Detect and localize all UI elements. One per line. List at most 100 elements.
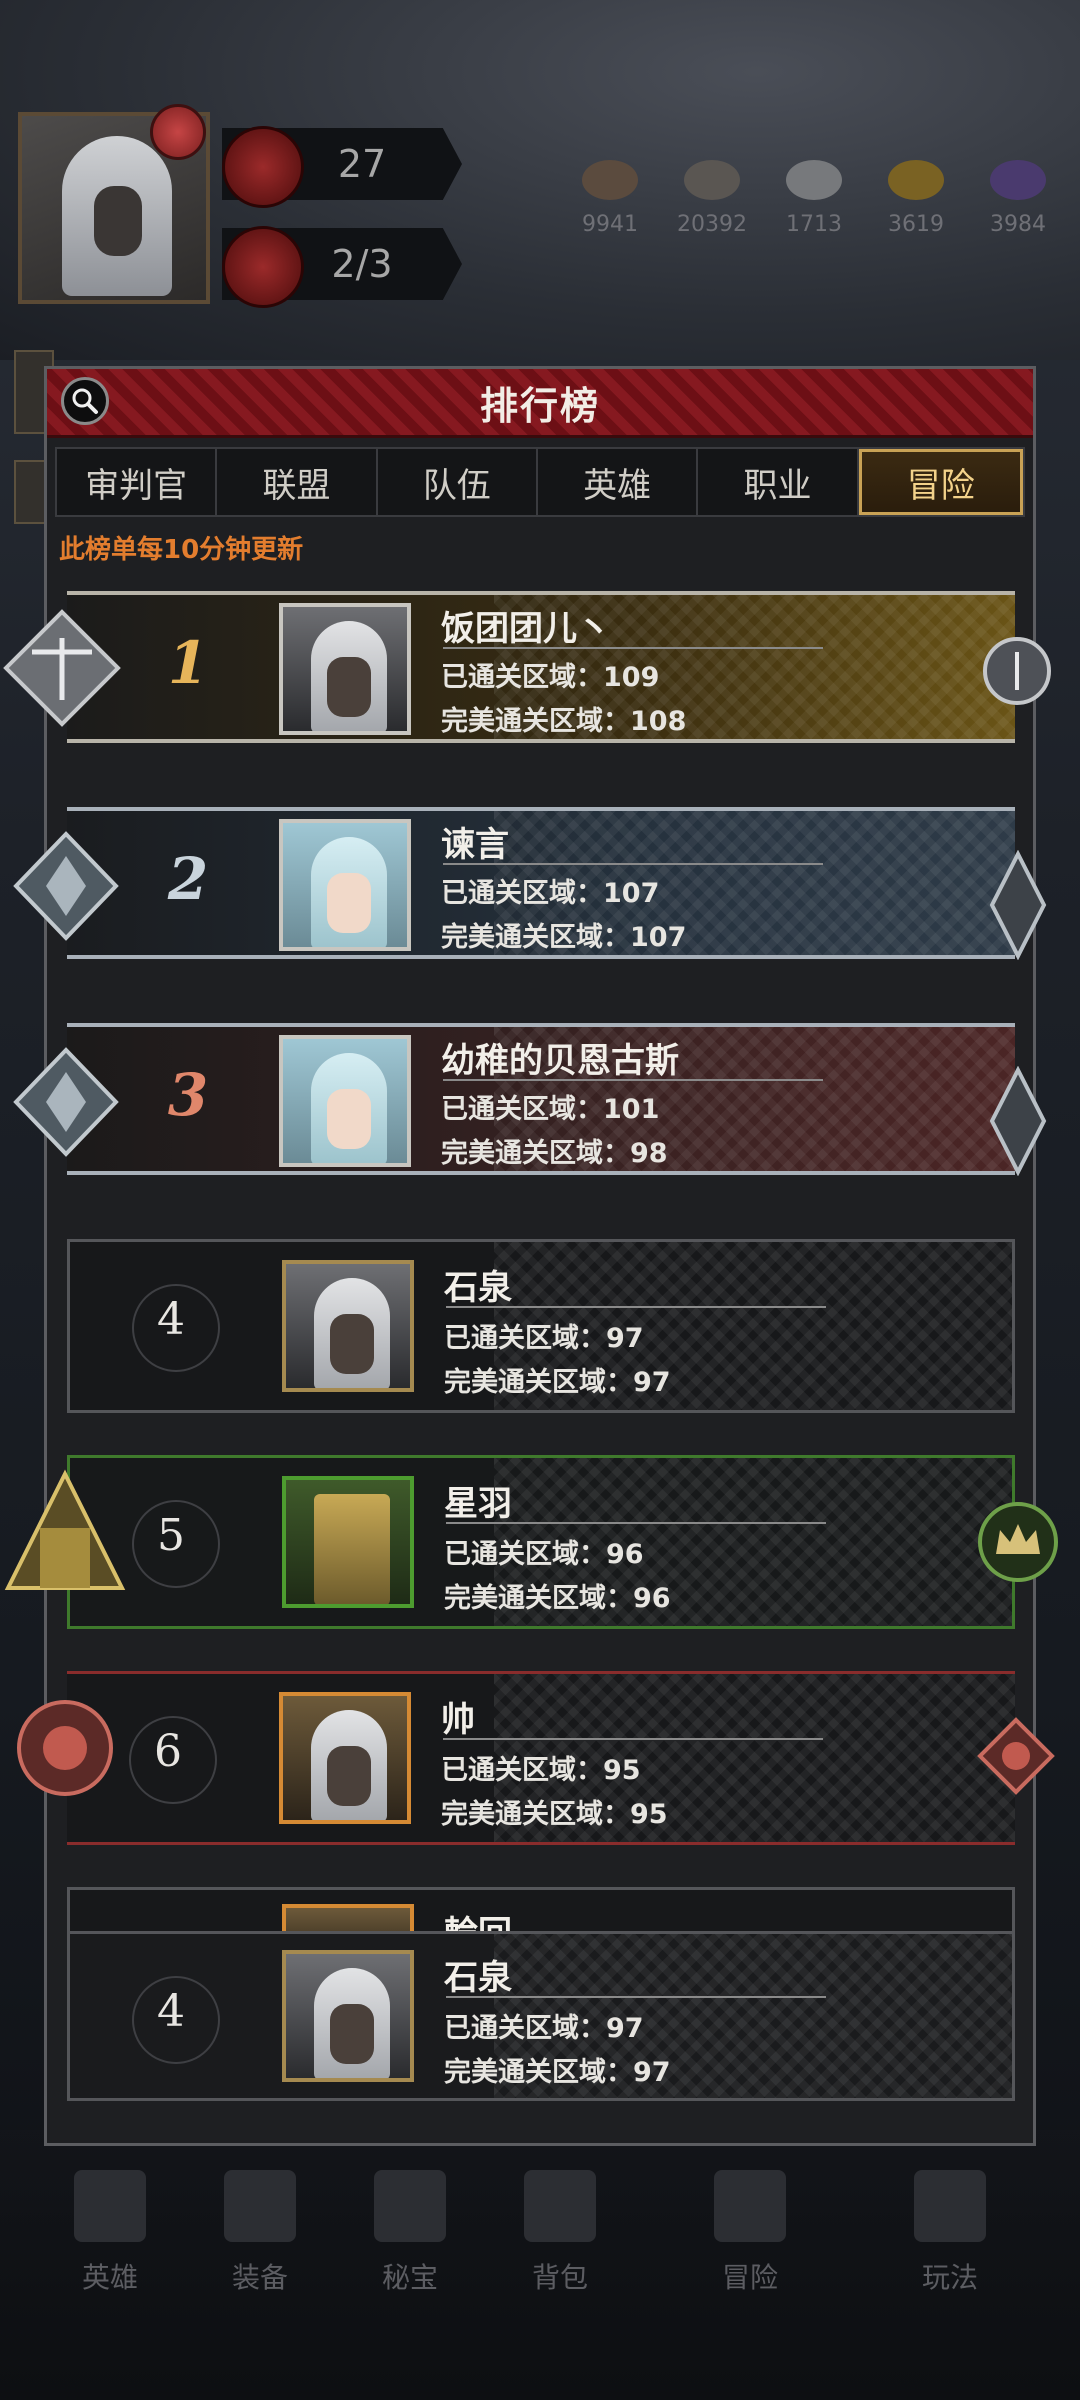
rank-number: 5: [157, 1510, 185, 1561]
player-name: 谏言: [441, 825, 509, 865]
rose-emblem-icon: [17, 1700, 113, 1796]
panel-header: 排行榜: [47, 369, 1033, 438]
tab-alliance[interactable]: 联盟: [217, 449, 378, 515]
avatar-face: [327, 873, 371, 933]
search-icon: [72, 388, 98, 414]
cleared-zones: 已通关区域：109: [441, 662, 660, 693]
panel-title: 排行榜: [479, 382, 600, 428]
sword-badge-icon: [989, 1066, 1047, 1176]
resource-iron: 1713: [774, 160, 854, 237]
name-divider: [443, 1738, 823, 1740]
iron-icon: [786, 160, 842, 200]
ranking-row-4[interactable]: 4 石泉 已通关区域：97 完美通关区域：97: [67, 1239, 1015, 1413]
player-name: 饭团团儿丶: [441, 609, 611, 649]
ranking-row-1[interactable]: 1 饭团团儿丶 已通关区域：109 完美通关区域：108: [67, 591, 1015, 743]
gold-ore-icon: [888, 160, 944, 200]
wings-emblem-icon: [13, 1047, 119, 1157]
resource-gold-ore: 3619: [876, 160, 956, 237]
ore-icon: [684, 160, 740, 200]
cleared-zones: 已通关区域：101: [441, 1094, 660, 1125]
my-ranking-row[interactable]: 4 石泉 已通关区域：97 完美通关区域：97: [67, 1931, 1015, 2101]
throne-emblem-icon: [4, 1469, 126, 1590]
throne-figure: [314, 1494, 390, 1604]
resource-ore: 20392: [672, 160, 752, 237]
rank-number: 1: [167, 629, 209, 697]
scales-badge-icon: [983, 637, 1051, 705]
my-avatar: [282, 1950, 414, 2082]
category-tabs: 审判官 联盟 队伍 英雄 职业 冒险: [55, 447, 1025, 517]
resource-leather: 9941: [570, 160, 650, 237]
tab-hero[interactable]: 英雄: [538, 449, 699, 515]
nav-gameplay[interactable]: 玩法: [890, 2170, 1010, 2296]
adventure-icon: [714, 2170, 786, 2242]
bag-icon: [524, 2170, 596, 2242]
tab-class[interactable]: 职业: [698, 449, 859, 515]
leather-icon: [582, 160, 638, 200]
tab-judge[interactable]: 审判官: [57, 449, 218, 515]
cleared-zones: 已通关区域：96: [444, 1539, 644, 1570]
energy-value: 2/3: [331, 242, 393, 286]
name-divider: [446, 1996, 826, 1998]
ranking-row-5[interactable]: 5 星羽 已通关区域：96 完美通关区域：96: [67, 1455, 1015, 1629]
hero-icon: [74, 2170, 146, 2242]
rank-number: 2: [167, 845, 209, 913]
level-value: 27: [337, 142, 387, 186]
ranking-row-2[interactable]: 2 谏言 已通关区域：107 完美通关区域：107: [67, 807, 1015, 959]
player-avatar-1: [279, 603, 411, 735]
name-divider: [443, 1079, 823, 1081]
nav-bag[interactable]: 背包: [500, 2170, 620, 2296]
wings-emblem-icon: [13, 831, 119, 941]
rose-badge-icon: [977, 1717, 1055, 1795]
player-name: 幼稚的贝恩古斯: [441, 1041, 679, 1081]
nav-adventure[interactable]: 冒险: [690, 2170, 810, 2296]
nav-hero[interactable]: 英雄: [50, 2170, 170, 2296]
resource-bar: 9941 20392 1713 3619 3984: [570, 160, 1058, 237]
nav-equipment[interactable]: 装备: [200, 2170, 320, 2296]
name-divider: [443, 647, 823, 649]
ranking-row-3[interactable]: 3 幼稚的贝恩古斯 已通关区域：101 完美通关区域：98: [67, 1023, 1015, 1175]
player-name: 星羽: [444, 1484, 512, 1524]
avatar-face: [330, 1314, 374, 1374]
player-name: 石泉: [444, 1958, 512, 1998]
tab-team[interactable]: 队伍: [378, 449, 538, 515]
name-divider: [446, 1306, 826, 1308]
avatar-face: [327, 1089, 371, 1149]
rank-number: 3: [167, 1061, 209, 1129]
player-name: 帅: [441, 1700, 475, 1740]
tab-adventure[interactable]: 冒险: [858, 449, 1023, 515]
avatar-face: [330, 2004, 374, 2064]
ranking-row-6[interactable]: 6 帅 已通关区域：95 完美通关区域：95: [67, 1671, 1015, 1845]
player-avatar-5: [282, 1476, 414, 1608]
rank-number: 4: [157, 1986, 185, 2037]
energy-emblem-icon: [222, 226, 304, 308]
name-divider: [443, 863, 823, 865]
perfect-zones: 完美通关区域：97: [444, 2057, 671, 2088]
level-emblem-icon: [222, 126, 304, 208]
sword-badge-icon: [989, 850, 1047, 960]
equipment-icon: [224, 2170, 296, 2242]
name-divider: [446, 1522, 826, 1524]
player-avatar-6: [279, 1692, 411, 1824]
perfect-zones: 完美通关区域：107: [441, 922, 687, 953]
perfect-zones: 完美通关区域：97: [444, 1367, 671, 1398]
treasure-icon: [374, 2170, 446, 2242]
cleared-zones: 已通关区域：97: [444, 1323, 644, 1354]
nav-treasure[interactable]: 秘宝: [350, 2170, 470, 2296]
cleared-zones: 已通关区域：97: [444, 2013, 644, 2044]
resource-crystal: 3984: [978, 160, 1058, 237]
cleared-zones: 已通关区域：95: [441, 1755, 641, 1786]
rank-number: 4: [157, 1294, 185, 1345]
player-avatar-3: [279, 1035, 411, 1167]
avatar-face: [327, 657, 371, 717]
leaderboard-panel: 排行榜 审判官 联盟 队伍 英雄 职业 冒险 此榜单每10分钟更新 1 饭团团儿…: [44, 366, 1036, 2146]
perfect-zones: 完美通关区域：108: [441, 706, 687, 737]
crystal-icon: [990, 160, 1046, 200]
perfect-zones: 完美通关区域：98: [441, 1138, 668, 1169]
perfect-zones: 完美通关区域：96: [444, 1583, 671, 1614]
crown-badge-icon: [978, 1502, 1058, 1582]
cleared-zones: 已通关区域：107: [441, 878, 660, 909]
perfect-zones: 完美通关区域：95: [441, 1799, 668, 1830]
update-notice: 此榜单每10分钟更新: [59, 535, 304, 565]
player-avatar-4: [282, 1260, 414, 1392]
search-button[interactable]: [61, 377, 109, 425]
